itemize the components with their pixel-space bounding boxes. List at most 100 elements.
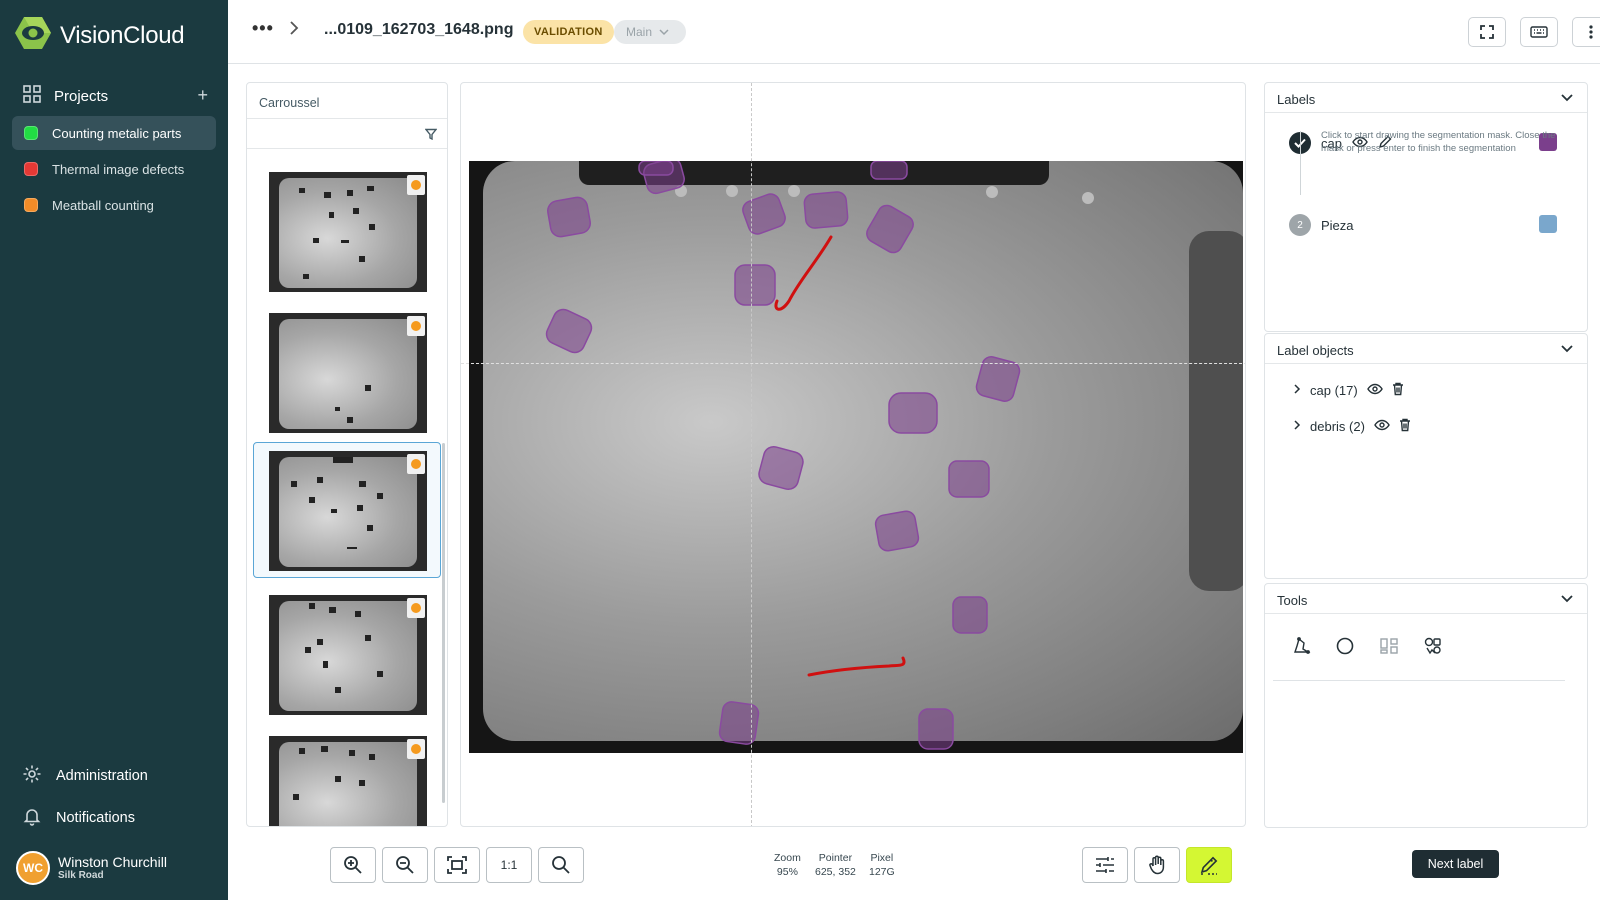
labels-panel: Labels cap Click to start drawing the se… xyxy=(1264,82,1588,332)
review-flag-icon xyxy=(407,175,425,195)
visioncloud-logo-icon xyxy=(14,16,52,55)
nav-notifications[interactable]: Notifications xyxy=(12,802,216,834)
cap-mask xyxy=(718,701,760,745)
review-flag-icon xyxy=(407,739,425,759)
label-objects-title: Label objects xyxy=(1277,343,1354,358)
carousel-thumbnail[interactable] xyxy=(253,167,441,303)
debris-mask xyxy=(774,235,833,311)
chevron-right-icon[interactable] xyxy=(1293,383,1301,398)
draw-tool-button[interactable] xyxy=(1186,847,1232,883)
thumbnail-image xyxy=(269,172,427,292)
carousel-thumbnail[interactable] xyxy=(253,731,441,826)
fit-to-screen-button[interactable] xyxy=(434,847,480,883)
user-profile[interactable]: WC Winston Churchill Silk Road xyxy=(16,851,167,885)
nav-projects[interactable]: Projects + xyxy=(12,80,216,112)
branch-select[interactable]: Main xyxy=(614,20,686,44)
nav-administration[interactable]: Administration xyxy=(12,760,216,792)
cap-mask xyxy=(742,193,786,235)
carousel-thumbnail[interactable] xyxy=(253,590,441,726)
project-color-dot xyxy=(24,198,38,212)
zoom-in-button[interactable] xyxy=(330,847,376,883)
chevron-right-icon[interactable] xyxy=(1293,419,1301,434)
label-color-swatch[interactable] xyxy=(1539,215,1557,233)
carousel-thumbnail[interactable] xyxy=(253,308,441,444)
user-org: Silk Road xyxy=(58,870,104,881)
file-name: ...0109_162703_1648.png xyxy=(324,21,514,38)
pointer-value: 625, 352 xyxy=(815,866,856,878)
project-counting-metalic-parts[interactable]: Counting metalic parts xyxy=(12,116,216,150)
labels-panel-header[interactable]: Labels xyxy=(1265,83,1587,113)
label-name: Pieza xyxy=(1321,217,1354,233)
draw-pencil-icon xyxy=(1200,856,1218,875)
review-flag-icon xyxy=(407,316,425,336)
pan-tool-button[interactable] xyxy=(1134,847,1180,883)
trash-icon[interactable] xyxy=(1399,418,1411,435)
breadcrumb-more-button[interactable]: ••• xyxy=(252,18,274,39)
chevron-down-icon[interactable] xyxy=(1559,340,1575,359)
chevron-down-icon[interactable] xyxy=(1559,590,1575,609)
hand-icon xyxy=(1149,855,1165,875)
carousel-scrollbar[interactable] xyxy=(442,443,445,803)
label-item-pieza[interactable]: 2 Pieza xyxy=(1289,214,1354,236)
cap-mask xyxy=(888,392,938,434)
chevron-down-icon[interactable] xyxy=(1559,89,1575,108)
carousel-panel: Carroussel xyxy=(246,82,448,827)
project-color-dot xyxy=(24,126,38,140)
object-group-name: cap (17) xyxy=(1310,383,1358,398)
fullscreen-button[interactable] xyxy=(1468,17,1506,47)
annotation-image[interactable] xyxy=(469,161,1243,753)
label-objects-header[interactable]: Label objects xyxy=(1265,334,1587,364)
more-options-button[interactable] xyxy=(1572,17,1600,47)
search-button[interactable] xyxy=(538,847,584,883)
zoom-out-button[interactable] xyxy=(382,847,428,883)
project-name: Counting metalic parts xyxy=(52,125,182,141)
object-group-debris[interactable]: debris (2) xyxy=(1293,418,1411,435)
pixel-readout: Pixel 127G xyxy=(869,851,895,879)
label-objects-panel: Label objects cap (17) debris (2) xyxy=(1264,333,1588,579)
annotation-canvas[interactable] xyxy=(460,82,1246,827)
project-thermal-image-defects[interactable]: Thermal image defects xyxy=(12,152,216,186)
label-hint-text: Click to start drawing the segmentation … xyxy=(1321,130,1556,154)
labels-title: Labels xyxy=(1277,92,1316,107)
cap-mask xyxy=(638,161,674,176)
cap-mask xyxy=(870,161,908,180)
review-flag-icon xyxy=(407,454,425,474)
polygon-tool-icon[interactable] xyxy=(1291,636,1311,661)
tools-row xyxy=(1291,636,1443,661)
magic-segment-tool-icon[interactable] xyxy=(1379,636,1399,661)
status-badge: VALIDATION xyxy=(523,20,614,44)
actual-size-button[interactable]: 1:1 xyxy=(486,847,532,883)
debris-mask xyxy=(807,656,906,677)
zoom-in-icon xyxy=(344,856,362,874)
project-meatball-counting[interactable]: Meatball counting xyxy=(12,188,216,222)
fullscreen-icon xyxy=(1480,25,1494,39)
app-name: VisionCloud xyxy=(60,21,185,49)
zoom-label: Zoom xyxy=(774,852,801,864)
object-group-name: debris (2) xyxy=(1310,419,1365,434)
brand[interactable]: VisionCloud xyxy=(14,16,185,55)
thumbnail-image xyxy=(269,451,427,571)
filter-icon[interactable] xyxy=(424,127,438,145)
object-group-cap[interactable]: cap (17) xyxy=(1293,382,1404,399)
keyboard-shortcuts-button[interactable] xyxy=(1520,17,1558,47)
eye-icon[interactable] xyxy=(1366,383,1383,398)
smart-select-tool-icon[interactable] xyxy=(1423,636,1443,661)
eye-icon[interactable] xyxy=(1374,419,1390,434)
branch-label: Main xyxy=(626,25,653,39)
carousel-filter-bar xyxy=(247,119,447,149)
crosshair-horizontal xyxy=(461,363,1245,364)
carousel-thumbnail-selected[interactable] xyxy=(253,442,441,578)
actual-size-label: 1:1 xyxy=(500,858,518,872)
image-adjustments-button[interactable] xyxy=(1082,847,1128,883)
tools-header[interactable]: Tools xyxy=(1265,584,1587,614)
sidebar: VisionCloud Projects + Counting metalic … xyxy=(0,0,228,900)
trash-icon[interactable] xyxy=(1392,382,1404,399)
next-label-button[interactable]: Next label xyxy=(1412,850,1499,878)
project-name: Meatball counting xyxy=(52,197,154,213)
chevron-down-icon xyxy=(659,29,669,36)
cap-mask xyxy=(758,445,804,491)
carousel-title: Carroussel xyxy=(247,83,447,119)
projects-label: Projects xyxy=(54,87,109,105)
circle-tool-icon[interactable] xyxy=(1335,636,1355,661)
add-project-icon[interactable]: + xyxy=(197,85,208,106)
